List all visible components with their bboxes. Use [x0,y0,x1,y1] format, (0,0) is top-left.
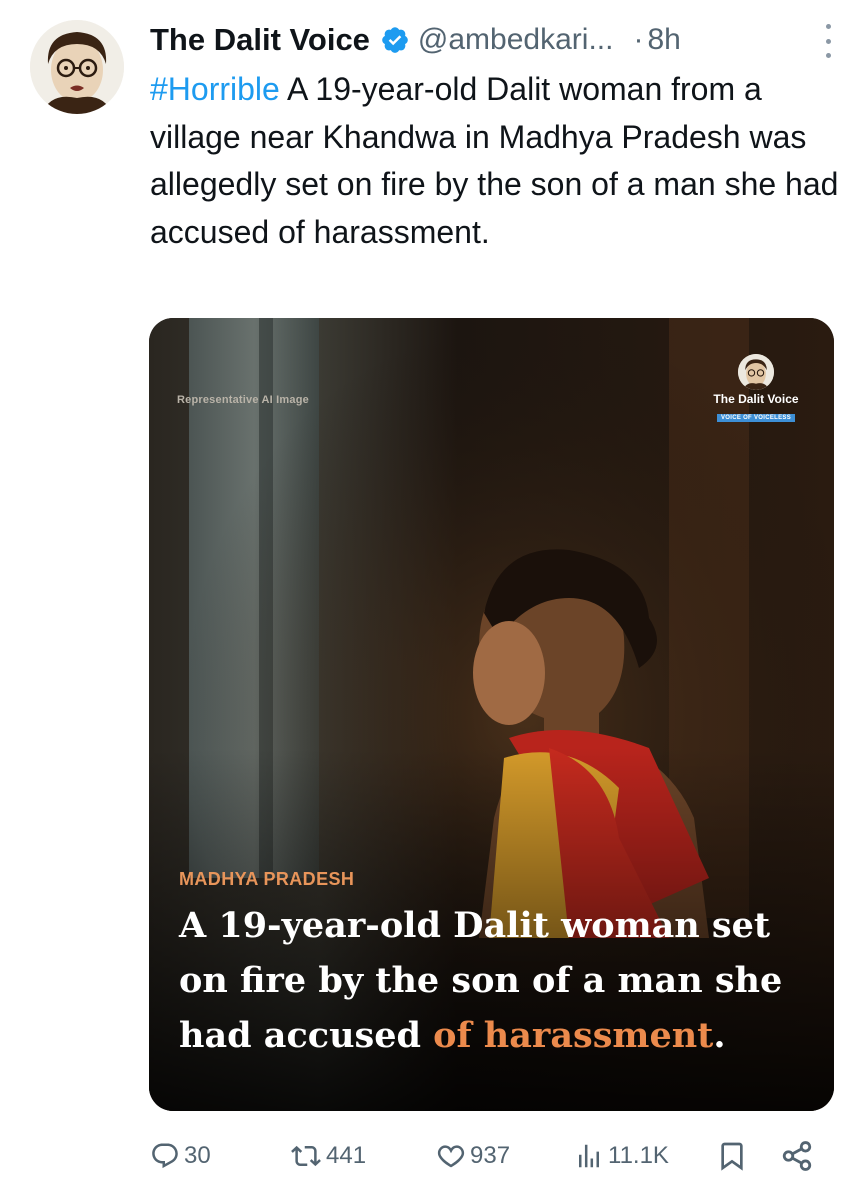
image-headline: A 19-year-old Dalit woman set on fire by… [179,898,819,1063]
action-bar: 30 441 937 11.1K [150,1134,820,1178]
timestamp[interactable]: 8h [647,23,680,57]
like-button[interactable]: 937 [436,1134,510,1178]
like-icon [437,1145,465,1168]
reply-button[interactable]: 30 [150,1134,211,1178]
avatar[interactable] [30,20,124,114]
brand-tagline: VOICE OF VOICELESS [716,414,796,422]
share-icon [782,1141,812,1171]
share-button[interactable] [780,1134,814,1178]
views-count: 11.1K [608,1142,669,1169]
repost-count: 441 [326,1142,367,1169]
tweet-media-image[interactable]: Representative AI Image The Dalit Voice … [149,318,834,1111]
tweet-header: The Dalit Voice @ambedkari... · 8h [150,18,835,62]
verified-badge-icon [380,25,410,55]
repost-icon [291,1145,321,1167]
reply-count: 30 [184,1142,211,1169]
brand-name: The Dalit Voice [713,392,799,406]
image-label: Representative AI Image [177,394,309,406]
hashtag-link[interactable]: #Horrible [150,71,280,107]
views-icon [579,1144,599,1168]
avatar-portrait [30,20,124,114]
bookmark-icon [721,1142,743,1171]
brand-logo-portrait [738,354,774,390]
brand-logo: The Dalit Voice VOICE OF VOICELESS [706,354,806,424]
views-button[interactable]: 11.1K [574,1134,669,1178]
headline-accent: of harassment [433,1015,714,1056]
separator-dot: · [633,23,644,56]
bookmark-button[interactable] [716,1134,748,1178]
repost-button[interactable]: 441 [290,1134,366,1178]
reply-icon [152,1143,178,1169]
tweet[interactable]: The Dalit Voice @ambedkari... · 8h #Horr… [0,0,863,1200]
like-count: 937 [470,1142,511,1169]
author-handle[interactable]: @ambedkari... [418,23,614,57]
tweet-text: #Horrible A 19-year-old Dalit woman from… [150,66,840,256]
region-label: MADHYA PRADESH [179,869,355,889]
more-options-icon[interactable] [821,24,835,58]
headline-end: . [713,1015,726,1056]
author-name[interactable]: The Dalit Voice [150,22,370,58]
